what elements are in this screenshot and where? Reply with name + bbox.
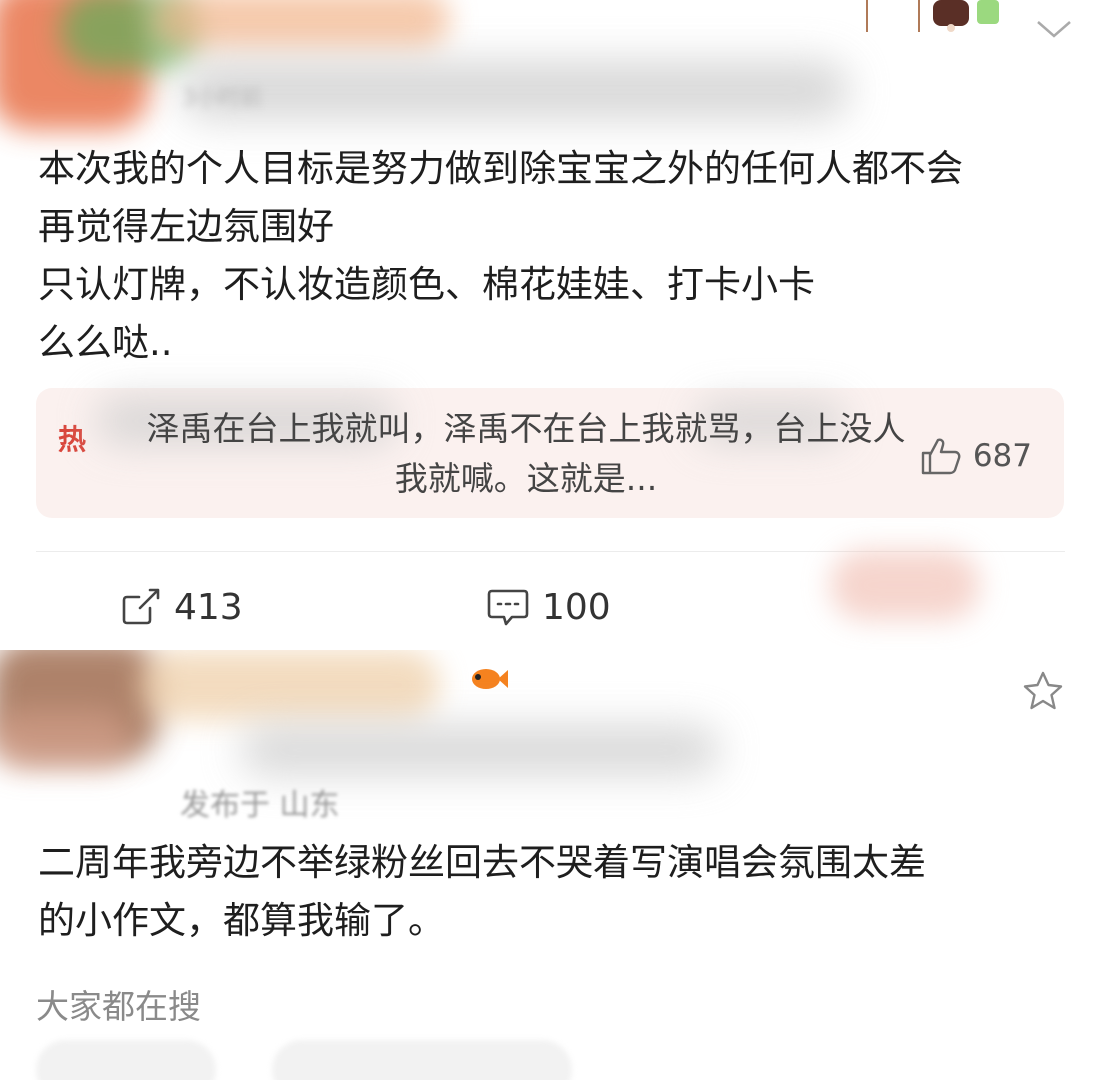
hot-comment-like[interactable]: 687 xyxy=(919,436,1032,476)
comment-count: 100 xyxy=(542,586,611,628)
hot-badge: 热 xyxy=(58,423,87,456)
post-card-1: 3小时前 本次我的个人目标是努力做到除宝宝之外的任何人都不会 再觉得左边氛围好 … xyxy=(0,0,1101,650)
post-time: 3小时前 xyxy=(182,86,262,111)
post-location: 发布于 山东 xyxy=(180,788,340,823)
post-card-2: 发布于 山东 二周年我旁边不举绿粉丝回去不哭着写演唱会氛围太差 的小作文，都算我… xyxy=(0,650,1101,1080)
post-body: 二周年我旁边不举绿粉丝回去不哭着写演唱会氛围太差 的小作文，都算我输了。 xyxy=(38,841,926,942)
repost-count: 413 xyxy=(174,586,243,628)
chevron-down-icon[interactable] xyxy=(1035,16,1073,42)
post-source xyxy=(240,725,720,775)
trending-search-chip[interactable] xyxy=(36,1040,216,1080)
thumb-up-icon xyxy=(921,438,961,475)
trending-search-chip[interactable] xyxy=(272,1040,572,1080)
like-count: 687 xyxy=(972,438,1032,474)
star-icon[interactable] xyxy=(1021,670,1065,712)
goldfish-icon xyxy=(472,669,508,689)
post-body: 本次我的个人目标是努力做到除宝宝之外的任何人都不会 再觉得左边氛围好 只认灯牌，… xyxy=(38,147,963,364)
trending-search-label: 大家都在搜 xyxy=(36,987,201,1026)
comment-icon xyxy=(487,589,529,626)
comment-button[interactable]: 100 xyxy=(486,586,611,628)
hot-comment-text: 泽禹在台上我就叫，泽禹不在台上我就骂，台上没人我就喊。这就是... xyxy=(146,409,906,498)
like-button[interactable] xyxy=(830,550,980,620)
sticker-icon xyxy=(866,0,999,32)
username[interactable] xyxy=(140,650,440,720)
repost-button[interactable]: 413 xyxy=(120,586,243,628)
username[interactable] xyxy=(180,60,850,120)
repost-icon xyxy=(122,588,160,625)
hot-comment-card[interactable]: 热 泽禹在台上我就叫，泽禹不在台上我就骂，台上没人我就喊。这就是... 687 xyxy=(36,388,1064,518)
